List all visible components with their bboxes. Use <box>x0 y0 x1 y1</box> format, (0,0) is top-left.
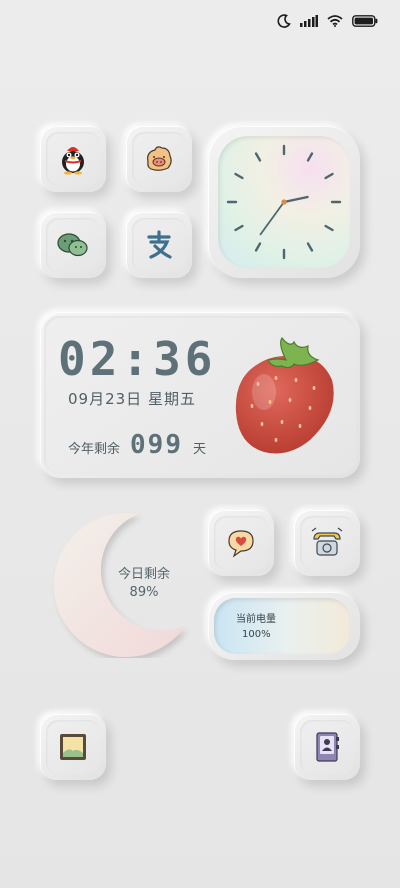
qq-icon-inner <box>46 132 100 186</box>
signal-icon <box>300 15 318 27</box>
clock-tick <box>254 152 262 162</box>
clock-tick <box>324 224 334 232</box>
digital-time: 02:36 <box>58 332 217 386</box>
alipay-icon-inner <box>132 218 186 272</box>
clock-center-dot <box>281 199 287 205</box>
battery-icon <box>352 15 378 27</box>
gallery-app-icon[interactable] <box>40 714 106 780</box>
wechat-bubble-icon <box>57 233 88 257</box>
wifi-icon <box>327 15 343 27</box>
battery-percentage: 100% <box>242 629 271 640</box>
status-bar <box>277 14 378 28</box>
moon-icon <box>277 14 291 28</box>
day-remaining-label: 今日剩余 <box>118 567 171 582</box>
telephone-icon <box>311 527 343 556</box>
clock-dial <box>226 144 342 260</box>
weibo-icon-inner <box>132 132 186 186</box>
clock-tick <box>234 224 244 232</box>
clock-minute-hand <box>259 201 285 236</box>
battery-widget-label: 当前电量 100% <box>236 612 276 642</box>
clock-tick <box>306 152 314 162</box>
days-remaining-suffix: 天 <box>192 442 206 457</box>
pig-face-icon <box>147 146 172 171</box>
phone-icon-inner <box>300 516 354 570</box>
battery-level-bar <box>214 598 350 654</box>
analog-clock-widget[interactable] <box>208 126 360 278</box>
qq-app-icon[interactable] <box>40 126 106 192</box>
alipay-app-icon[interactable] <box>126 212 192 278</box>
clock-face <box>218 136 350 268</box>
clock-tick <box>234 172 244 180</box>
gallery-icon-inner <box>46 720 100 774</box>
phone-app-icon[interactable] <box>294 510 360 576</box>
clock-tick <box>324 172 334 180</box>
strawberry-icon <box>235 336 334 454</box>
alipay-icon <box>147 230 172 259</box>
date-label: 09月23日 星期五 <box>68 390 196 408</box>
wechat-icon-inner <box>46 218 100 272</box>
clock-hour-hand <box>282 195 309 204</box>
chat-app-icon[interactable] <box>208 510 274 576</box>
home-screen: 02:36 09月23日 星期五 今年剩余 099 天 今日剩余 89% 当前电… <box>0 0 400 888</box>
clock-tick <box>254 242 262 252</box>
day-remaining-value: 89% <box>129 585 159 600</box>
chat-icon-inner <box>214 516 268 570</box>
contacts-icon-inner <box>300 720 354 774</box>
penguin-icon <box>62 147 84 175</box>
wechat-app-icon[interactable] <box>40 212 106 278</box>
days-remaining: 今年剩余 099 天 <box>68 430 206 460</box>
days-remaining-prefix: 今年剩余 <box>68 442 121 457</box>
clock-tick <box>306 242 314 252</box>
contact-book-icon <box>316 732 339 762</box>
moon-widget-label: 今日剩余 89% <box>118 566 170 602</box>
battery-label-text: 当前电量 <box>236 614 276 625</box>
contacts-app-icon[interactable] <box>294 714 360 780</box>
weibo-app-icon[interactable] <box>126 126 192 192</box>
heart-bubble-icon <box>228 530 254 558</box>
picture-frame-icon <box>60 734 86 760</box>
days-remaining-value: 099 <box>130 430 183 460</box>
